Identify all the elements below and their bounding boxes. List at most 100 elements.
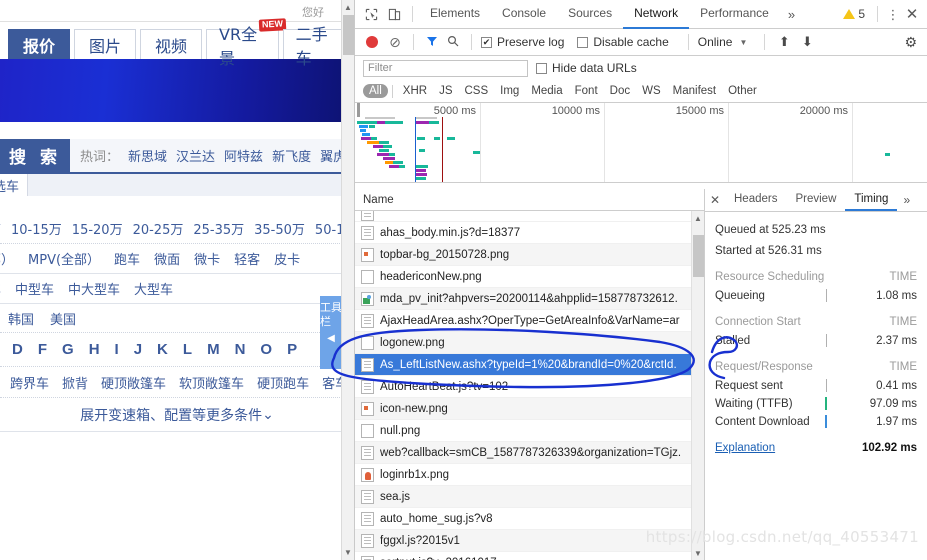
letter-D[interactable]: D [12,341,23,358]
page-scrollbar-thumb[interactable] [343,15,354,55]
filter-option[interactable]: 硬顶跑车 [257,373,309,392]
filter-option[interactable]: MPV(全部） [28,249,100,268]
page-scrollbar[interactable]: ▲ ▼ [341,0,354,560]
table-row[interactable]: web?callback=smCB_1587787326339&organiza… [355,442,704,464]
filter-option[interactable]: 中型车 [15,279,54,298]
gear-icon[interactable]: ⚙ [904,34,921,51]
letter-K[interactable]: K [157,341,168,358]
table-row[interactable]: fggxl.js?2015v1 [355,530,704,552]
scroll-down-arrow-icon[interactable]: ▼ [692,546,704,560]
tab-sources[interactable]: Sources [557,0,623,29]
page-tab-baojia[interactable]: 报价 [8,29,70,59]
expand-more-conditions[interactable]: 展开变速箱、配置等更多条件 ⌄ [0,398,354,432]
hot-word-link[interactable]: 汉兰达 [176,146,215,165]
detail-tab-preview[interactable]: Preview [786,189,845,211]
hot-word-link[interactable]: 新飞度 [272,146,311,165]
letter-F[interactable]: F [38,341,47,358]
letter-O[interactable]: O [260,341,272,358]
filter-option[interactable]: 韩国 [8,309,34,328]
filter-option[interactable]: 大型车 [134,279,173,298]
more-detail-tabs-icon[interactable]: » [897,189,916,211]
export-har-icon[interactable]: ⬇ [797,34,817,50]
filter-option[interactable]: 微卡 [194,249,220,268]
filter-option[interactable]: 中大型车 [68,279,120,298]
table-row[interactable]: mda_pv_init?ahpvers=20200114&ahpplid=158… [355,288,704,310]
scroll-up-arrow-icon[interactable]: ▲ [692,211,704,225]
close-detail-icon[interactable]: ✕ [705,189,725,211]
table-row[interactable]: icon-new.png [355,398,704,420]
table-row[interactable]: sortput.js?v=20161017 [355,552,704,560]
kebab-menu-icon[interactable]: ⋮ [884,8,902,21]
filter-option[interactable]: 轻客 [234,249,260,268]
type-filter-doc[interactable]: Doc [604,84,636,98]
type-filter-manifest[interactable]: Manifest [667,84,722,98]
request-list-scrollbar[interactable]: ▲ ▼ [691,211,704,560]
type-filter-font[interactable]: Font [569,84,604,98]
table-row[interactable]: AjaxHeadArea.ashx?OperType=GetAreaInfo&V… [355,310,704,332]
table-row[interactable] [355,211,704,222]
filter-input[interactable]: Filter [363,59,528,77]
table-row[interactable]: logonew.png [355,332,704,354]
detail-tab-timing[interactable]: Timing [845,189,898,211]
request-list-header[interactable]: Name [355,189,704,211]
record-button-icon[interactable] [366,36,378,48]
close-devtools-icon[interactable]: ✕ [902,5,922,23]
more-tabs-icon[interactable]: » [780,0,803,29]
explanation-link[interactable]: Explanation [715,442,775,454]
request-list-scrollbar-thumb[interactable] [693,235,704,277]
filter-option[interactable]: 掀背 [62,373,88,392]
table-row[interactable]: ahas_body.min.js?d=18377 [355,222,704,244]
scroll-down-arrow-icon[interactable]: ▼ [342,545,354,560]
import-har-icon[interactable]: ⬆ [774,34,794,50]
table-row[interactable]: loginrb1x.png [355,464,704,486]
type-filter-js[interactable]: JS [433,84,458,98]
tab-performance[interactable]: Performance [689,0,780,29]
search-button[interactable]: 搜 索 [0,139,70,172]
filter-option[interactable]: 10-15万 [11,219,62,238]
letter-I[interactable]: I [115,341,119,358]
page-tab-vr[interactable]: VR全景 NEW [206,18,286,68]
table-row-selected[interactable]: As_LeftListNew.ashx?typeId=1%20&brandId=… [355,354,704,376]
letter-J[interactable]: J [134,341,142,358]
tab-console[interactable]: Console [491,0,557,29]
scroll-up-arrow-icon[interactable]: ▲ [342,0,354,15]
filter-option[interactable]: 25-35万 [193,219,244,238]
filter-option[interactable]: 软顶敞篷车 [179,373,244,392]
disable-cache-checkbox[interactable]: Disable cache [577,35,669,49]
inspect-element-icon[interactable] [360,3,383,26]
type-filter-css[interactable]: CSS [458,84,494,98]
filter-option[interactable]: 万 [0,219,1,238]
letter-L[interactable]: L [183,341,192,358]
preserve-log-checkbox[interactable]: ✔ Preserve log [481,35,564,49]
page-tab-shipin[interactable]: 视频 [140,29,202,59]
filter-option[interactable]: 跑车 [114,249,140,268]
type-filter-ws[interactable]: WS [636,84,667,98]
search-icon[interactable] [444,35,462,50]
subtab-advanced-select[interactable]: 级选车 [0,174,29,196]
filter-option[interactable]: 35-50万 [254,219,305,238]
table-row[interactable]: sea.js [355,486,704,508]
device-toolbar-icon[interactable] [383,3,406,26]
letter-H[interactable]: H [89,341,100,358]
clear-icon[interactable]: ⊘ [386,34,404,51]
floating-toolbar-tab[interactable]: 工具栏 ◀ [320,296,342,369]
table-row[interactable]: null.png [355,420,704,442]
filter-option[interactable]: 皮卡 [274,249,300,268]
filter-option[interactable]: 美国 [50,309,76,328]
filter-option[interactable]: 硬顶敞篷车 [101,373,166,392]
filter-option[interactable]: 15-20万 [72,219,123,238]
table-row[interactable]: topbar-bg_20150728.png [355,244,704,266]
type-filter-img[interactable]: Img [494,84,525,98]
filter-option[interactable]: 车 [0,279,1,298]
hide-data-urls-checkbox[interactable]: Hide data URLs [536,61,637,75]
table-row[interactable]: AutoHeartBeat.js?tv=102 [355,376,704,398]
chevron-down-icon[interactable]: ▼ [739,38,747,47]
letter-P[interactable]: P [287,341,297,358]
hot-word-link[interactable]: 阿特兹 [224,146,263,165]
detail-tab-headers[interactable]: Headers [725,189,786,211]
tab-elements[interactable]: Elements [419,0,491,29]
letter-N[interactable]: N [235,341,246,358]
tab-network[interactable]: Network [623,0,690,29]
letter-G[interactable]: G [62,341,74,358]
hot-word-link[interactable]: 新思域 [128,146,167,165]
